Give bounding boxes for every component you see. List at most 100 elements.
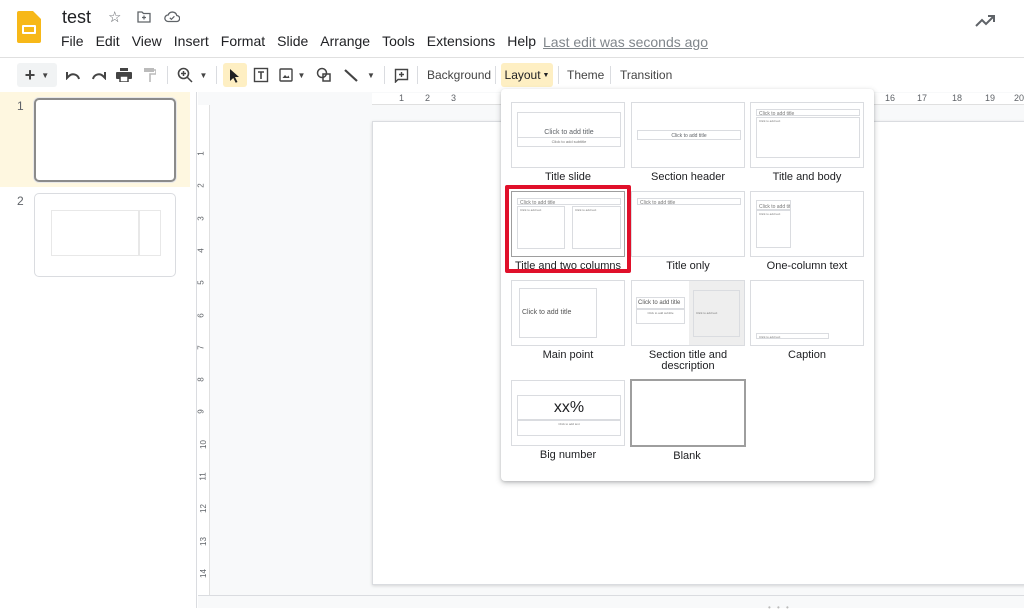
chevron-down-icon: ▼ xyxy=(41,70,50,80)
layout-preview: Click to add title xyxy=(511,280,625,346)
speaker-notes-divider[interactable] xyxy=(198,595,1024,608)
slide-thumbnail-2[interactable]: 2 xyxy=(0,187,190,282)
menu-bar: File Edit View Insert Format Slide Arran… xyxy=(55,33,542,49)
select-tool-button[interactable] xyxy=(223,63,247,87)
ruler-tick: 9 xyxy=(196,409,206,415)
layout-label: Title and two columns xyxy=(515,260,621,272)
toolbar-divider xyxy=(610,66,611,84)
menu-insert[interactable]: Insert xyxy=(168,33,215,49)
slide-number: 1 xyxy=(17,99,24,113)
layout-label: Main point xyxy=(542,349,594,361)
line-button[interactable]: ▼ xyxy=(340,63,378,87)
caret-down-icon: ▼ xyxy=(542,71,550,79)
transition-button[interactable]: Transition xyxy=(615,63,677,87)
layout-menu: Click to add title Click to add subtitle… xyxy=(501,89,874,481)
vertical-ruler[interactable]: 1 2 3 4 5 6 7 8 9 10 11 12 13 14 xyxy=(196,105,210,595)
undo-icon xyxy=(66,72,80,80)
document-title[interactable]: test xyxy=(62,7,91,28)
menu-edit[interactable]: Edit xyxy=(90,33,126,49)
layout-label: Title slide xyxy=(544,171,592,183)
ruler-tick: 19 xyxy=(985,93,996,103)
slide-filmstrip: 1 2 xyxy=(0,92,197,608)
menu-arrange[interactable]: Arrange xyxy=(314,33,376,49)
menu-view[interactable]: View xyxy=(126,33,168,49)
add-comment-button[interactable] xyxy=(390,63,412,87)
layout-preview: Click to add title xyxy=(631,191,745,257)
slide-preview[interactable] xyxy=(34,98,176,182)
ruler-tick: 20 xyxy=(1014,93,1024,103)
image-icon xyxy=(278,68,293,82)
layout-preview xyxy=(630,379,746,447)
layout-preview: Click to add title Click to add text Cli… xyxy=(511,191,625,257)
toolbar-divider xyxy=(167,66,168,84)
text-box-icon xyxy=(253,67,269,83)
ruler-tick: 7 xyxy=(196,345,206,350)
ruler-tick: 6 xyxy=(196,312,206,318)
print-button[interactable] xyxy=(114,63,134,87)
layout-label: Blank xyxy=(673,450,701,462)
last-edit-link[interactable]: Last edit was seconds ago xyxy=(543,34,708,50)
theme-button[interactable]: Theme xyxy=(562,63,609,87)
ruler-tick: 18 xyxy=(952,93,963,103)
ruler-tick: 16 xyxy=(885,93,896,103)
ruler-tick: 3 xyxy=(451,93,457,103)
app-header: test ☆ File Edit View Insert Format Slid… xyxy=(0,0,1024,58)
layout-preview: Click to add text xyxy=(750,280,864,346)
menu-slide[interactable]: Slide xyxy=(271,33,314,49)
move-to-folder-icon[interactable] xyxy=(137,10,151,28)
shape-icon xyxy=(316,67,331,82)
menu-format[interactable]: Format xyxy=(215,33,271,49)
layout-preview: Click to add title Click to add subtitle xyxy=(511,102,625,168)
layout-preview: Click to add title Click to add text xyxy=(750,102,864,168)
menu-tools[interactable]: Tools xyxy=(376,33,421,49)
paint-format-button[interactable] xyxy=(140,63,160,87)
ruler-tick: 11 xyxy=(198,472,208,481)
ruler-tick: 4 xyxy=(196,248,206,253)
background-button[interactable]: Background xyxy=(422,63,496,87)
slides-logo-icon[interactable] xyxy=(17,11,41,43)
toolbar-divider xyxy=(558,66,559,84)
chevron-down-icon: ▼ xyxy=(199,70,208,80)
line-icon xyxy=(344,69,358,82)
toolbar-divider xyxy=(216,66,217,84)
ruler-tick: 2 xyxy=(425,93,431,103)
menu-help[interactable]: Help xyxy=(501,33,542,49)
ruler-tick: 17 xyxy=(917,93,928,103)
add-comment-icon xyxy=(394,68,408,83)
cursor-icon xyxy=(230,68,239,83)
ruler-tick: 8 xyxy=(196,377,206,382)
menu-extensions[interactable]: Extensions xyxy=(421,33,501,49)
insert-image-button[interactable]: ▼ xyxy=(276,63,308,87)
redo-icon xyxy=(92,72,106,80)
zoom-icon xyxy=(177,67,193,83)
slide-number: 2 xyxy=(17,194,24,208)
toolbar-divider xyxy=(384,66,385,84)
menu-file[interactable]: File xyxy=(55,33,90,49)
layout-label: Section header xyxy=(651,171,725,183)
ruler-tick: 13 xyxy=(198,536,208,546)
toolbar: + ▼ ▼ ▼ ▼ Background Layout ▼ Theme Tran… xyxy=(0,58,1024,92)
layout-button[interactable]: Layout ▼ xyxy=(501,63,553,87)
print-icon xyxy=(116,68,132,82)
layout-label: Section title and description xyxy=(648,349,728,372)
slide-thumbnail-1[interactable]: 1 xyxy=(0,92,190,187)
redo-button[interactable] xyxy=(89,63,109,87)
toolbar-divider xyxy=(495,66,496,84)
layout-label: Title only xyxy=(666,260,710,272)
zoom-button[interactable]: ▼ xyxy=(173,63,211,87)
slide-preview[interactable] xyxy=(34,193,176,277)
ruler-tick: 3 xyxy=(196,215,206,221)
ruler-tick: 2 xyxy=(196,183,206,189)
layout-label: Caption xyxy=(788,349,826,361)
trending-up-icon[interactable] xyxy=(974,14,998,34)
cloud-saved-icon[interactable] xyxy=(164,10,181,28)
layout-label: Big number xyxy=(539,449,597,461)
text-box-button[interactable] xyxy=(250,63,272,87)
new-slide-button[interactable]: + ▼ xyxy=(17,63,57,87)
undo-button[interactable] xyxy=(63,63,83,87)
shape-button[interactable] xyxy=(313,63,335,87)
ruler-tick: 1 xyxy=(196,151,206,156)
star-icon[interactable]: ☆ xyxy=(108,8,121,26)
layout-preview: Click to add title Click to add text xyxy=(750,191,864,257)
chevron-down-icon: ▼ xyxy=(297,70,306,80)
